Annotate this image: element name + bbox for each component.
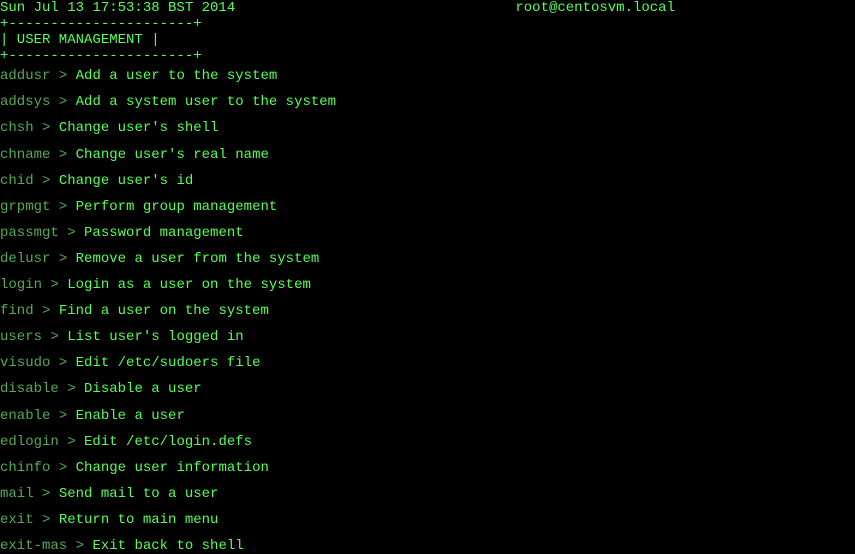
box-title: | USER MANAGEMENT | bbox=[0, 32, 855, 48]
cmd-label: edlogin bbox=[0, 434, 59, 450]
desc-label: Return to main menu bbox=[59, 512, 219, 528]
cmd-label: login bbox=[0, 277, 42, 293]
menu-item-edlogin[interactable]: edlogin > Edit /etc/login.defs bbox=[0, 434, 855, 450]
separator: > bbox=[50, 408, 75, 424]
menu-item-find[interactable]: find > Find a user on the system bbox=[0, 303, 855, 319]
menu-item-visudo[interactable]: visudo > Edit /etc/sudoers file bbox=[0, 355, 855, 371]
userhost-text: root@centosvm.local bbox=[515, 0, 675, 16]
separator: > bbox=[42, 329, 67, 345]
menu-item-chsh[interactable]: chsh > Change user's shell bbox=[0, 120, 855, 136]
cmd-label: addusr bbox=[0, 68, 50, 84]
desc-label: Enable a user bbox=[76, 408, 185, 424]
desc-label: Password management bbox=[84, 225, 244, 241]
separator: > bbox=[67, 538, 92, 554]
menu-item-mail[interactable]: mail > Send mail to a user bbox=[0, 486, 855, 502]
menu-item-exit-mas[interactable]: exit-mas > Exit back to shell bbox=[0, 538, 855, 554]
desc-label: List user's logged in bbox=[67, 329, 243, 345]
separator: > bbox=[59, 434, 84, 450]
menu-item-chinfo[interactable]: chinfo > Change user information bbox=[0, 460, 855, 476]
cmd-label: disable bbox=[0, 381, 59, 397]
menu-item-exit[interactable]: exit > Return to main menu bbox=[0, 512, 855, 528]
menu-item-grpmgt[interactable]: grpmgt > Perform group management bbox=[0, 199, 855, 215]
desc-label: Add a system user to the system bbox=[76, 94, 336, 110]
box-top: +----------------------+ bbox=[0, 16, 855, 32]
separator: > bbox=[42, 277, 67, 293]
cmd-label: passmgt bbox=[0, 225, 59, 241]
menu-item-enable[interactable]: enable > Enable a user bbox=[0, 408, 855, 424]
desc-label: Edit /etc/login.defs bbox=[84, 434, 252, 450]
desc-label: Find a user on the system bbox=[59, 303, 269, 319]
cmd-label: mail bbox=[0, 486, 34, 502]
box-bottom: +----------------------+ bbox=[0, 48, 855, 64]
cmd-label: users bbox=[0, 329, 42, 345]
menu-item-delusr[interactable]: delusr > Remove a user from the system bbox=[0, 251, 855, 267]
menu-item-login[interactable]: login > Login as a user on the system bbox=[0, 277, 855, 293]
menu-item-users[interactable]: users > List user's logged in bbox=[0, 329, 855, 345]
menu-item-chname[interactable]: chname > Change user's real name bbox=[0, 147, 855, 163]
desc-label: Change user's shell bbox=[59, 120, 219, 136]
cmd-label: exit-mas bbox=[0, 538, 67, 554]
separator: > bbox=[50, 147, 75, 163]
menu-item-addusr[interactable]: addusr > Add a user to the system bbox=[0, 68, 855, 84]
cmd-label: enable bbox=[0, 408, 50, 424]
cmd-label: exit bbox=[0, 512, 34, 528]
cmd-label: grpmgt bbox=[0, 199, 50, 215]
menu-list: addusr > Add a user to the system addsys… bbox=[0, 68, 855, 554]
datetime-text: Sun Jul 13 17:53:38 BST 2014 bbox=[0, 0, 235, 16]
separator: > bbox=[50, 355, 75, 371]
desc-label: Send mail to a user bbox=[59, 486, 219, 502]
separator: > bbox=[34, 173, 59, 189]
separator: > bbox=[34, 512, 59, 528]
cmd-label: addsys bbox=[0, 94, 50, 110]
separator: > bbox=[34, 303, 59, 319]
desc-label: Remove a user from the system bbox=[76, 251, 320, 267]
separator: > bbox=[59, 225, 84, 241]
desc-label: Login as a user on the system bbox=[67, 277, 311, 293]
desc-label: Edit /etc/sudoers file bbox=[76, 355, 261, 371]
desc-label: Disable a user bbox=[84, 381, 202, 397]
separator: > bbox=[50, 251, 75, 267]
separator: > bbox=[50, 199, 75, 215]
separator: > bbox=[50, 94, 75, 110]
cmd-label: chsh bbox=[0, 120, 34, 136]
cmd-label: find bbox=[0, 303, 34, 319]
separator: > bbox=[34, 486, 59, 502]
desc-label: Change user's id bbox=[59, 173, 193, 189]
desc-label: Change user's real name bbox=[76, 147, 269, 163]
separator: > bbox=[50, 460, 75, 476]
separator: > bbox=[50, 68, 75, 84]
menu-item-disable[interactable]: disable > Disable a user bbox=[0, 381, 855, 397]
desc-label: Add a user to the system bbox=[76, 68, 278, 84]
cmd-label: chname bbox=[0, 147, 50, 163]
desc-label: Exit back to shell bbox=[92, 538, 243, 554]
separator: > bbox=[34, 120, 59, 136]
separator: > bbox=[59, 381, 84, 397]
cmd-label: visudo bbox=[0, 355, 50, 371]
cmd-label: chid bbox=[0, 173, 34, 189]
menu-item-passmgt[interactable]: passmgt > Password management bbox=[0, 225, 855, 241]
desc-label: Change user information bbox=[76, 460, 269, 476]
cmd-label: delusr bbox=[0, 251, 50, 267]
cmd-label: chinfo bbox=[0, 460, 50, 476]
desc-label: Perform group management bbox=[76, 199, 278, 215]
menu-item-addsys[interactable]: addsys > Add a system user to the system bbox=[0, 94, 855, 110]
menu-item-chid[interactable]: chid > Change user's id bbox=[0, 173, 855, 189]
